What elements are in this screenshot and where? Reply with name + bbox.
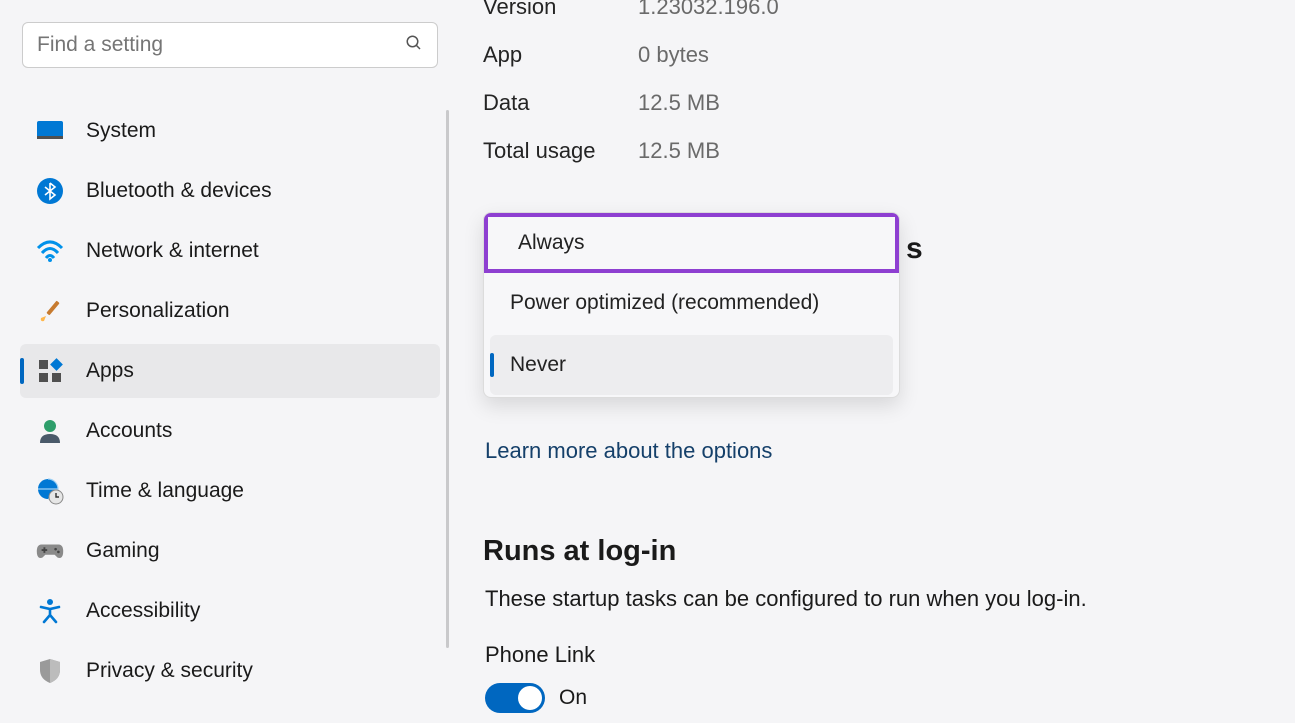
stat-row-total: Total usage 12.5 MB xyxy=(483,138,1287,164)
learn-more-link[interactable]: Learn more about the options xyxy=(485,438,772,464)
content-scrollbar[interactable] xyxy=(446,110,449,648)
toggle-knob xyxy=(518,686,542,710)
sidebar-item-privacy[interactable]: Privacy & security xyxy=(20,644,440,698)
stat-value: 0 bytes xyxy=(638,42,709,68)
sidebar-item-bluetooth[interactable]: Bluetooth & devices xyxy=(20,164,440,218)
stat-row-data: Data 12.5 MB xyxy=(483,90,1287,116)
startup-task-name: Phone Link xyxy=(485,642,595,668)
stat-row-version: Version 1.23032.196.0 xyxy=(483,0,1287,20)
startup-task-toggle-row: On xyxy=(485,683,587,713)
system-icon xyxy=(36,117,64,145)
sidebar-item-label: Time & language xyxy=(86,479,244,503)
bluetooth-icon xyxy=(36,177,64,205)
personalization-icon xyxy=(36,297,64,325)
runs-at-login-heading: Runs at log-in xyxy=(483,535,676,568)
stat-value: 12.5 MB xyxy=(638,138,720,164)
sidebar-item-label: System xyxy=(86,119,156,143)
background-permissions-dropdown: Always Power optimized (recommended) Nev… xyxy=(483,212,900,398)
apps-icon xyxy=(36,357,64,385)
stat-label: App xyxy=(483,42,638,68)
dropdown-option-label: Never xyxy=(510,353,566,377)
dropdown-option-label: Always xyxy=(518,231,585,255)
sidebar-item-network[interactable]: Network & internet xyxy=(20,224,440,278)
sidebar-nav: System Bluetooth & devices Network & int… xyxy=(20,104,440,704)
stat-value: 12.5 MB xyxy=(638,90,720,116)
sidebar-item-label: Apps xyxy=(86,359,134,383)
stat-label: Data xyxy=(483,90,638,116)
accounts-icon xyxy=(36,417,64,445)
sidebar-item-accounts[interactable]: Accounts xyxy=(20,404,440,458)
search-input[interactable] xyxy=(37,33,405,57)
network-icon xyxy=(36,237,64,265)
dropdown-option-never[interactable]: Never xyxy=(490,335,893,395)
heading-fragment: s xyxy=(906,232,923,266)
search-icon xyxy=(405,34,423,57)
gaming-icon xyxy=(36,537,64,565)
content-pane: Version 1.23032.196.0 App 0 bytes Data 1… xyxy=(483,0,1287,224)
stat-row-app: App 0 bytes xyxy=(483,42,1287,68)
sidebar-item-label: Privacy & security xyxy=(86,659,253,683)
sidebar-item-gaming[interactable]: Gaming xyxy=(20,524,440,578)
dropdown-option-label: Power optimized (recommended) xyxy=(510,291,819,315)
sidebar-item-apps[interactable]: Apps xyxy=(20,344,440,398)
sidebar-item-label: Personalization xyxy=(86,299,230,323)
search-box[interactable] xyxy=(22,22,438,68)
sidebar-item-time-language[interactable]: Time & language xyxy=(20,464,440,518)
sidebar-item-system[interactable]: System xyxy=(20,104,440,158)
dropdown-option-always[interactable]: Always xyxy=(484,213,899,273)
stat-value: 1.23032.196.0 xyxy=(638,0,779,20)
stat-label: Version xyxy=(483,0,638,20)
sidebar-item-accessibility[interactable]: Accessibility xyxy=(20,584,440,638)
dropdown-option-power-optimized[interactable]: Power optimized (recommended) xyxy=(484,273,899,333)
startup-task-toggle[interactable] xyxy=(485,683,545,713)
accessibility-icon xyxy=(36,597,64,625)
sidebar-item-personalization[interactable]: Personalization xyxy=(20,284,440,338)
privacy-icon xyxy=(36,657,64,685)
search-container xyxy=(22,22,438,68)
stat-label: Total usage xyxy=(483,138,638,164)
sidebar-item-label: Accessibility xyxy=(86,599,200,623)
sidebar-item-label: Network & internet xyxy=(86,239,259,263)
sidebar-item-label: Accounts xyxy=(86,419,172,443)
time-language-icon xyxy=(36,477,64,505)
sidebar-item-label: Gaming xyxy=(86,539,160,563)
sidebar-item-label: Bluetooth & devices xyxy=(86,179,272,203)
runs-at-login-subtitle: These startup tasks can be configured to… xyxy=(485,586,1087,612)
toggle-state-label: On xyxy=(559,686,587,710)
